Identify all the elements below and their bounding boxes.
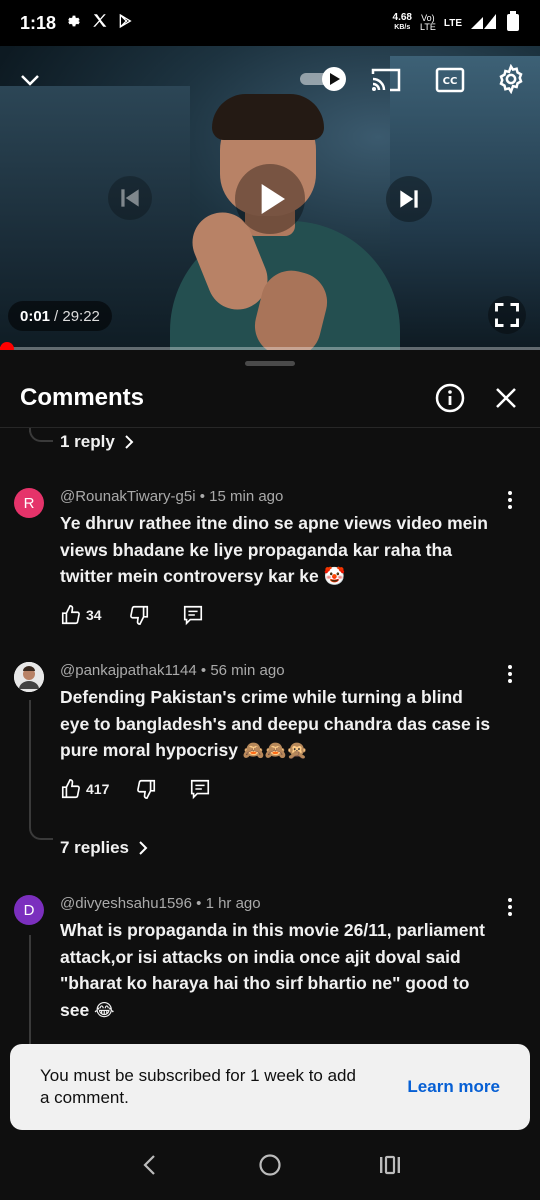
subscription-toast: You must be subscribed for 1 week to add… [10, 1044, 530, 1130]
replies-link[interactable]: 7 replies [60, 838, 149, 858]
play-store-icon [117, 13, 133, 34]
toast-message: You must be subscribed for 1 week to add… [40, 1066, 356, 1107]
like-count: 417 [86, 781, 110, 797]
comment-meta: @divyeshsahu1596 • 1 hr ago [60, 895, 261, 912]
comment-text: Defending Pakistan's crime while turning… [60, 687, 491, 760]
back-icon[interactable] [130, 1145, 170, 1185]
thumbs-down-icon [137, 779, 156, 799]
recents-icon[interactable] [370, 1145, 410, 1185]
comment-item: @pankajpathak1144 • 56 min ago Defending… [0, 662, 540, 862]
more-options-icon[interactable] [498, 662, 522, 686]
comment-author[interactable]: @divyeshsahu1596 [60, 895, 192, 912]
comment-time: • 15 min ago [199, 488, 284, 505]
learn-more-link[interactable]: Learn more [407, 1077, 500, 1097]
dislike-button[interactable] [135, 778, 157, 800]
panel-title: Comments [20, 384, 145, 411]
video-person-hair [212, 94, 324, 140]
video-player[interactable]: CC 0:01 / 29:22 [0, 46, 540, 350]
replies-link[interactable]: 1 reply [60, 432, 135, 452]
avatar[interactable]: R [14, 488, 44, 518]
comment-item: D @divyeshsahu1596 • 1 hr ago What is pr… [0, 895, 540, 1055]
reply-icon [191, 779, 210, 800]
comment-actions: 34 [60, 604, 230, 626]
replies-label: 7 replies [60, 838, 129, 857]
cast-icon[interactable] [370, 64, 402, 96]
like-button[interactable]: 417 [60, 778, 109, 800]
thumbs-down-icon [129, 605, 148, 625]
comment-actions: 417 [60, 778, 237, 800]
comment-text: Ye dhruv rathee itne dino se apne views … [60, 513, 488, 586]
gear-icon [66, 13, 82, 34]
thread-connector [29, 428, 53, 442]
volte-indicator: Vo) LTE [420, 13, 436, 32]
signal-icon [470, 12, 498, 35]
fullscreen-icon[interactable] [488, 296, 526, 334]
chevron-right-icon [139, 841, 148, 855]
thread-line [29, 935, 31, 1045]
like-count: 34 [86, 607, 102, 623]
header-divider [0, 427, 540, 428]
info-icon[interactable] [434, 382, 466, 414]
reply-button[interactable] [182, 604, 204, 626]
more-options-icon[interactable] [498, 488, 522, 512]
like-button[interactable]: 34 [60, 604, 102, 626]
comment-text: What is propaganda in this movie 26/11, … [60, 920, 485, 1020]
cc-icon[interactable]: CC [434, 64, 466, 96]
play-icon[interactable] [235, 164, 305, 234]
net-speed: 4.68 KB/s [392, 12, 412, 32]
comment-meta: @pankajpathak1144 • 56 min ago [60, 662, 285, 679]
svg-text:CC: CC [443, 76, 458, 87]
time-display: 0:01 / 29:22 [8, 301, 112, 331]
close-icon[interactable] [490, 382, 522, 414]
avatar[interactable]: D [14, 895, 44, 925]
comment-author[interactable]: @pankajpathak1144 [60, 662, 197, 679]
comment-meta: @RounakTiwary-g5i • 15 min ago [60, 488, 283, 505]
video-duration: / 29:22 [54, 307, 100, 325]
more-options-icon[interactable] [498, 895, 522, 919]
progress-scrubber[interactable] [0, 342, 14, 350]
drag-handle[interactable] [245, 361, 295, 366]
current-time: 0:01 [20, 307, 51, 325]
system-nav-bar [0, 1130, 540, 1200]
comment-time: • 56 min ago [200, 662, 285, 679]
comment-time: • 1 hr ago [196, 895, 261, 912]
thread-line [29, 700, 31, 828]
reply-button[interactable] [189, 778, 211, 800]
avatar[interactable] [14, 662, 44, 692]
lte-label: LTE [443, 17, 462, 29]
home-icon[interactable] [250, 1145, 290, 1185]
comment-item: R @RounakTiwary-g5i • 15 min ago Ye dhru… [0, 488, 540, 628]
replies-label: 1 reply [60, 432, 115, 451]
reply-icon [183, 605, 202, 626]
thumbs-up-icon [61, 605, 80, 625]
chevron-right-icon [125, 435, 134, 449]
x-logo-icon [92, 13, 107, 33]
comments-panel: Comments 1 reply R @RounakTiwary-g5i • 1… [0, 350, 540, 1200]
status-time: 1:18 [20, 12, 57, 33]
previous-icon[interactable] [108, 176, 152, 220]
next-icon[interactable] [386, 176, 432, 222]
status-bar: 1:18 4.68 KB/s Vo) LTE LTE [0, 0, 540, 46]
dislike-button[interactable] [128, 604, 150, 626]
comments-header: Comments [0, 376, 540, 420]
thumbs-up-icon [61, 779, 80, 799]
comment-author[interactable]: @RounakTiwary-g5i [60, 488, 196, 505]
settings-icon[interactable] [494, 62, 528, 96]
battery-icon [506, 10, 520, 36]
autoplay-toggle-icon[interactable] [300, 66, 348, 92]
chevron-down-icon[interactable] [14, 64, 46, 96]
